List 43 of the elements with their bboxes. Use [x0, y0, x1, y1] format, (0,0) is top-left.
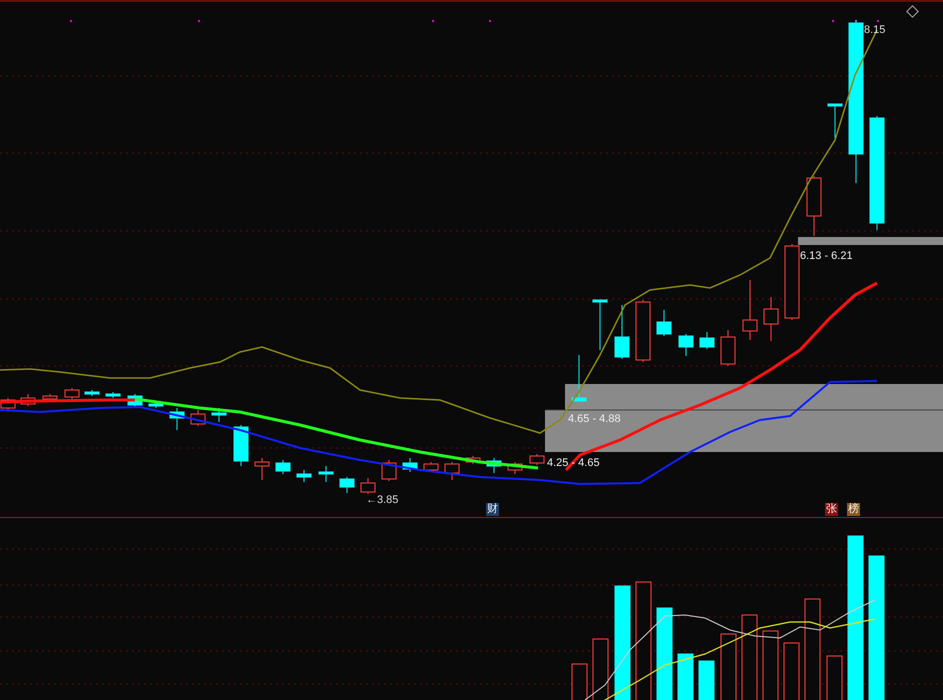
volume-bar: [698, 660, 714, 700]
candlestick: [212, 408, 226, 422]
event-marker[interactable]: 榜: [847, 503, 860, 516]
candlestick: [828, 104, 842, 140]
candlestick: [318, 466, 334, 482]
candlestick: [20, 394, 36, 406]
price-range-label: 6.13 - 6.21: [800, 249, 853, 264]
candlestick: [572, 354, 586, 402]
candlestick: [636, 300, 650, 362]
candlestick: [360, 478, 376, 494]
candlestick: [254, 458, 270, 480]
low-price-label: ←3.85: [366, 493, 398, 508]
high-price-label: 8.15: [864, 23, 886, 38]
candlestick: [700, 332, 714, 350]
candlestick: [466, 456, 480, 464]
candlestick: [614, 304, 630, 360]
event-marker[interactable]: 张: [825, 503, 838, 516]
candlestick: [42, 394, 58, 402]
candlestick: [508, 462, 522, 474]
event-marker[interactable]: 财: [486, 503, 499, 516]
candlestick: [806, 176, 822, 236]
candlestick: [276, 460, 290, 474]
candlestick: [170, 408, 184, 430]
price-range-label: 4.25 - 4.65: [547, 456, 600, 471]
candlestick: [340, 476, 354, 494]
candlestick: [678, 334, 694, 356]
candlestick: [486, 458, 502, 474]
candlestick: [656, 310, 672, 336]
candlestick: [592, 300, 608, 350]
candlestick: [296, 470, 312, 482]
candlestick: [530, 454, 544, 466]
candlestick: [402, 458, 418, 472]
candlestick: [764, 296, 778, 342]
candlestick: [720, 330, 736, 366]
candlestick: [742, 280, 758, 340]
price-range-label: 4.65 - 4.88: [568, 412, 621, 427]
candlestick: [444, 462, 460, 480]
candlestick: [234, 424, 248, 466]
candlestick: [190, 410, 206, 426]
candlestick: [424, 462, 438, 472]
candlestick: [64, 388, 80, 400]
candlestick: [148, 402, 164, 408]
volume-bar: [678, 654, 694, 700]
